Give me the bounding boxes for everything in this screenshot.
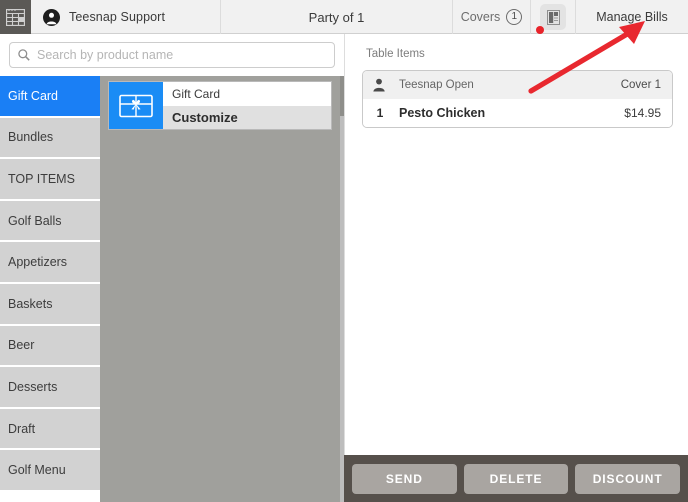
product-grid: Gift Card Customize <box>100 76 344 502</box>
category-label: Golf Menu <box>8 463 66 477</box>
table-grid-icon <box>6 9 25 26</box>
search-box[interactable] <box>9 42 335 68</box>
app-menu-button[interactable] <box>0 0 31 34</box>
sidebar-item-bundles[interactable]: Bundles <box>0 118 100 160</box>
category-label: TOP ITEMS <box>8 172 75 186</box>
product-text: Gift Card Customize <box>163 82 331 129</box>
top-header-bar: Teesnap Support Party of 1 Covers 1 <box>0 0 688 34</box>
bill-toggle-button[interactable] <box>540 4 566 30</box>
manage-bills-button[interactable]: Manage Bills <box>576 0 688 34</box>
search-input[interactable] <box>37 48 326 62</box>
panel-title: Table Items <box>366 48 425 60</box>
sidebar-item-top-items[interactable]: TOP ITEMS <box>0 159 100 201</box>
covers-segment[interactable]: Covers 1 <box>453 0 531 34</box>
cover-number-label: Cover 1 <box>621 79 661 91</box>
sidebar-item-golf-menu[interactable]: Golf Menu <box>0 450 100 492</box>
sidebar-item-baskets[interactable]: Baskets <box>0 284 100 326</box>
category-label: Baskets <box>8 297 52 311</box>
person-icon <box>372 78 386 92</box>
sidebar-item-appetizers[interactable]: Appetizers <box>0 242 100 284</box>
send-button[interactable]: SEND <box>352 464 457 494</box>
product-customize-button[interactable]: Customize <box>163 106 331 130</box>
category-sidebar[interactable]: Gift Card Bundles TOP ITEMS Golf Balls A… <box>0 76 100 502</box>
delete-button[interactable]: DELETE <box>464 464 569 494</box>
sidebar-item-beer[interactable]: Beer <box>0 326 100 368</box>
user-circle-icon <box>43 9 60 26</box>
category-label: Desserts <box>8 380 57 394</box>
order-items-card: Teesnap Open Cover 1 1 Pesto Chicken $14… <box>362 70 673 128</box>
sidebar-item-golf-balls[interactable]: Golf Balls <box>0 201 100 243</box>
manage-bills-label: Manage Bills <box>596 10 668 24</box>
cover-name-label: Teesnap Open <box>399 79 621 91</box>
pos-order-screen: Teesnap Support Party of 1 Covers 1 <box>0 0 688 502</box>
table-items-panel: Table Items Teesnap Open Cover 1 1 Pesto… <box>344 34 688 502</box>
category-label: Draft <box>8 422 35 436</box>
search-row <box>0 34 344 76</box>
sidebar-item-draft[interactable]: Draft <box>0 409 100 451</box>
bill-segment[interactable] <box>531 0 576 34</box>
cover-header-row[interactable]: Teesnap Open Cover 1 <box>363 71 672 99</box>
party-segment[interactable]: Party of 1 <box>221 0 453 34</box>
category-label: Bundles <box>8 130 53 144</box>
category-label: Gift Card <box>8 89 58 103</box>
sidebar-item-desserts[interactable]: Desserts <box>0 367 100 409</box>
receipt-icon <box>547 10 560 25</box>
product-name: Gift Card <box>163 82 331 106</box>
user-segment[interactable]: Teesnap Support <box>31 0 221 34</box>
category-label: Appetizers <box>8 255 67 269</box>
product-card-gift-card[interactable]: Gift Card Customize <box>108 81 332 130</box>
category-label: Golf Balls <box>8 214 62 228</box>
item-quantity: 1 <box>372 106 388 120</box>
sidebar-item-gift-card[interactable]: Gift Card <box>0 76 100 118</box>
search-icon <box>18 49 30 61</box>
category-label: Beer <box>8 338 34 352</box>
user-name-label: Teesnap Support <box>69 10 165 24</box>
gift-card-icon <box>119 94 153 118</box>
product-icon-wrap <box>109 82 163 129</box>
unsent-indicator-dot <box>536 26 544 34</box>
party-label: Party of 1 <box>309 10 365 25</box>
order-action-bar: SEND DELETE DISCOUNT <box>344 455 688 502</box>
discount-button[interactable]: DISCOUNT <box>575 464 680 494</box>
covers-label: Covers <box>461 10 501 24</box>
item-price: $14.95 <box>624 106 661 120</box>
covers-count-badge: 1 <box>506 9 522 25</box>
table-row[interactable]: 1 Pesto Chicken $14.95 <box>363 99 672 127</box>
item-name: Pesto Chicken <box>399 106 624 120</box>
